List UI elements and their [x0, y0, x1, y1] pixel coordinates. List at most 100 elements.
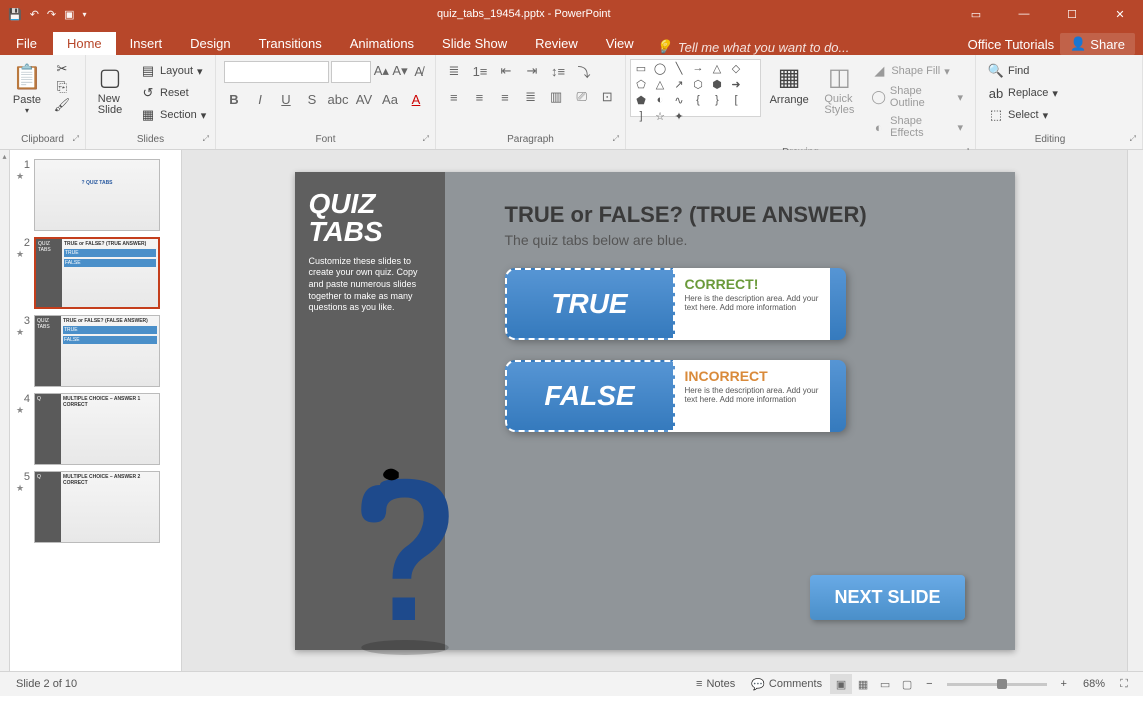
- layout-button[interactable]: ▤Layout ▾: [134, 61, 212, 81]
- decrease-font-icon[interactable]: A▾: [392, 61, 409, 81]
- true-button[interactable]: TRUE: [505, 268, 675, 340]
- arrange-button[interactable]: ▦ Arrange: [763, 59, 815, 110]
- ribbon-options-icon[interactable]: ▭: [953, 0, 999, 28]
- line-spacing-button[interactable]: ↕≡: [548, 61, 568, 81]
- slide-title-2[interactable]: TABS: [309, 218, 431, 246]
- zoom-slider[interactable]: [947, 683, 1047, 686]
- underline-button[interactable]: U: [276, 89, 296, 109]
- redo-icon[interactable]: ↷: [47, 8, 56, 21]
- section-button[interactable]: ▦Section ▾: [134, 105, 212, 125]
- shape-outline-button[interactable]: ◯Shape Outline ▾: [865, 83, 969, 111]
- bullets-button[interactable]: ≣: [444, 61, 464, 81]
- group-font-label: Font: [218, 132, 433, 147]
- slide-title-1[interactable]: QUIZ: [309, 190, 431, 218]
- tell-me-search[interactable]: 💡 Tell me what you want to do...: [648, 39, 968, 55]
- font-color-button[interactable]: A: [406, 89, 426, 109]
- replace-button[interactable]: abReplace ▾: [982, 83, 1064, 103]
- thumb-4[interactable]: 4★ QMULTIPLE CHOICE – ANSWER 1 CORRECT: [10, 390, 181, 468]
- increase-font-icon[interactable]: A▴: [373, 61, 390, 81]
- correct-label: CORRECT!: [685, 276, 820, 292]
- slideshow-view-button[interactable]: ▢: [896, 674, 918, 694]
- font-name-input[interactable]: [224, 61, 329, 83]
- tab-transitions[interactable]: Transitions: [245, 32, 336, 55]
- office-tutorials-link[interactable]: Office Tutorials: [968, 37, 1054, 52]
- shapes-gallery[interactable]: ▭◯╲→△◇⬠ △↗⬡⬢➜⬟◐ ∿{}[]☆✦: [630, 59, 761, 117]
- zoom-out-button[interactable]: −: [918, 678, 940, 690]
- outdent-button[interactable]: ⇤: [496, 61, 516, 81]
- format-painter-icon[interactable]: 🖌: [54, 97, 70, 113]
- maximize-button[interactable]: ☐: [1049, 0, 1095, 28]
- bold-button[interactable]: B: [224, 89, 244, 109]
- align-left-button[interactable]: ≡: [444, 87, 464, 107]
- comments-icon: 💬: [751, 678, 765, 691]
- find-button[interactable]: 🔍Find: [982, 61, 1064, 81]
- close-button[interactable]: ✕: [1097, 0, 1143, 28]
- reset-button[interactable]: ↺Reset: [134, 83, 212, 103]
- thumb-scrollbar[interactable]: [0, 150, 10, 671]
- start-slideshow-icon[interactable]: ▣: [64, 8, 74, 21]
- tab-review[interactable]: Review: [521, 32, 592, 55]
- tab-home[interactable]: Home: [53, 32, 116, 55]
- numbering-button[interactable]: 1≡: [470, 61, 490, 81]
- qat-dropdown-icon[interactable]: ▾: [83, 10, 87, 19]
- new-slide-button[interactable]: ▢ New Slide: [90, 59, 130, 120]
- tab-file[interactable]: File: [0, 32, 53, 55]
- tab-design[interactable]: Design: [176, 32, 244, 55]
- thumb-1[interactable]: 1★ ? QUIZ TABS: [10, 156, 181, 234]
- justify-button[interactable]: ≣: [521, 87, 541, 107]
- zoom-in-button[interactable]: +: [1053, 678, 1075, 690]
- ribbon: 📋 Paste ▾ ✂ ⎘ 🖌 Clipboard ▢ New Slide ▤L…: [0, 55, 1143, 150]
- columns-button[interactable]: ▥: [546, 87, 566, 107]
- align-text-button[interactable]: ⎚: [572, 87, 592, 107]
- slide-canvas[interactable]: QUIZ TABS Customize these slides to crea…: [182, 150, 1127, 671]
- font-size-input[interactable]: [331, 61, 371, 83]
- fit-window-button[interactable]: ⛶: [1113, 674, 1135, 694]
- tab-animations[interactable]: Animations: [336, 32, 428, 55]
- slide-heading[interactable]: TRUE or FALSE? (TRUE ANSWER): [505, 202, 985, 228]
- case-button[interactable]: Aa: [380, 89, 400, 109]
- correct-card[interactable]: CORRECT! Here is the description area. A…: [675, 268, 830, 340]
- slide-subheading[interactable]: The quiz tabs below are blue.: [505, 232, 985, 248]
- paste-button[interactable]: 📋 Paste ▾: [4, 59, 50, 119]
- false-row: FALSE INCORRECT Here is the description …: [505, 360, 985, 432]
- smartart-button[interactable]: ⊡: [597, 87, 617, 107]
- tab-insert[interactable]: Insert: [116, 32, 177, 55]
- outline-icon: ◯: [871, 89, 886, 105]
- italic-button[interactable]: I: [250, 89, 270, 109]
- quick-styles-button[interactable]: ◫ Quick Styles: [817, 59, 861, 120]
- copy-icon[interactable]: ⎘: [54, 79, 70, 95]
- strike-button[interactable]: S: [302, 89, 322, 109]
- next-slide-button[interactable]: NEXT SLIDE: [810, 575, 964, 620]
- reading-view-button[interactable]: ▭: [874, 674, 896, 694]
- spacing-button[interactable]: AV: [354, 89, 374, 109]
- save-icon[interactable]: 💾: [8, 8, 22, 21]
- comments-button[interactable]: 💬Comments: [743, 678, 830, 691]
- normal-view-button[interactable]: ▣: [830, 674, 852, 694]
- canvas-scrollbar[interactable]: [1127, 150, 1143, 671]
- indent-button[interactable]: ⇥: [522, 61, 542, 81]
- clear-format-icon[interactable]: A̸: [410, 61, 427, 81]
- share-button[interactable]: 👤 Share: [1060, 33, 1135, 55]
- cut-icon[interactable]: ✂: [54, 61, 70, 77]
- select-button[interactable]: ⬚Select ▾: [982, 105, 1064, 125]
- tab-view[interactable]: View: [592, 32, 648, 55]
- zoom-level[interactable]: 68%: [1075, 678, 1113, 690]
- shadow-button[interactable]: abc: [328, 89, 348, 109]
- align-right-button[interactable]: ≡: [495, 87, 515, 107]
- undo-icon[interactable]: ↶: [30, 8, 39, 21]
- align-center-button[interactable]: ≡: [470, 87, 490, 107]
- false-button[interactable]: FALSE: [505, 360, 675, 432]
- sorter-view-button[interactable]: ▦: [852, 674, 874, 694]
- thumb-5[interactable]: 5★ QMULTIPLE CHOICE – ANSWER 2 CORRECT: [10, 468, 181, 546]
- notes-button[interactable]: ≡Notes: [688, 678, 743, 690]
- shape-fill-button[interactable]: ◢Shape Fill ▾: [865, 61, 969, 81]
- incorrect-card[interactable]: INCORRECT Here is the description area. …: [675, 360, 830, 432]
- minimize-button[interactable]: —: [1001, 0, 1047, 28]
- thumb-3[interactable]: 3★ QUIZTABSTRUE or FALSE? (FALSE ANSWER)…: [10, 312, 181, 390]
- slide-position[interactable]: Slide 2 of 10: [8, 678, 85, 690]
- text-direction-button[interactable]: ⤵: [574, 61, 594, 81]
- tab-slideshow[interactable]: Slide Show: [428, 32, 521, 55]
- thumb-2[interactable]: 2★ QUIZTABSTRUE or FALSE? (TRUE ANSWER)T…: [10, 234, 181, 312]
- shape-effects-button[interactable]: ◐Shape Effects ▾: [865, 113, 969, 141]
- slide-side-desc[interactable]: Customize these slides to create your ow…: [309, 256, 431, 314]
